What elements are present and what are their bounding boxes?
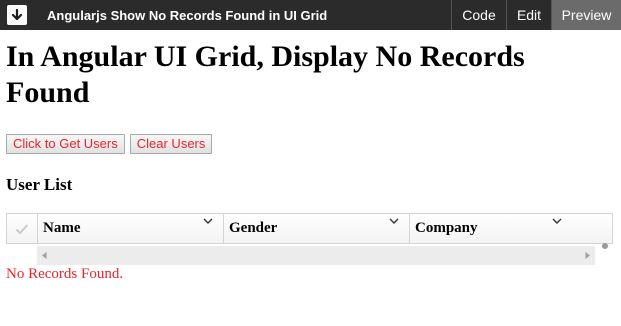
user-grid: Name Gender Company (6, 213, 613, 265)
grid-header: Name Gender Company (6, 213, 613, 244)
column-header-company[interactable]: Company (410, 214, 612, 243)
checkmark-icon (15, 223, 29, 234)
tab-edit[interactable]: Edit (506, 0, 551, 30)
scroll-left-icon[interactable] (42, 252, 47, 259)
column-label: Gender (229, 220, 278, 236)
scroll-right-icon[interactable] (585, 252, 590, 259)
grid-corner-icon (602, 243, 608, 249)
tab-preview[interactable]: Preview (551, 0, 621, 30)
column-header-gender[interactable]: Gender (224, 214, 410, 243)
page-title: In Angular UI Grid, Display No Records F… (6, 40, 525, 109)
tab-code[interactable]: Code (451, 0, 506, 30)
get-users-button[interactable]: Click to Get Users (6, 134, 125, 154)
section-title: User List (6, 175, 73, 194)
top-bar: Angularjs Show No Records Found in UI Gr… (0, 0, 621, 30)
no-records-message: No Records Found. (6, 266, 124, 282)
action-buttons: Click to Get Users Clear Users (6, 134, 213, 154)
select-all-checkbox[interactable] (7, 214, 38, 243)
column-label: Company (415, 220, 478, 236)
column-header-name[interactable]: Name (38, 214, 224, 243)
chevron-down-icon[interactable] (203, 218, 213, 225)
horizontal-scrollbar[interactable] (37, 246, 595, 265)
download-arrow-icon[interactable] (7, 5, 27, 25)
chevron-down-icon[interactable] (389, 218, 399, 225)
window-title: Angularjs Show No Records Found in UI Gr… (47, 7, 328, 23)
column-label: Name (43, 220, 81, 236)
chevron-down-icon[interactable] (552, 218, 562, 225)
view-tabs: Code Edit Preview (451, 0, 621, 30)
clear-users-button[interactable]: Clear Users (129, 134, 213, 154)
